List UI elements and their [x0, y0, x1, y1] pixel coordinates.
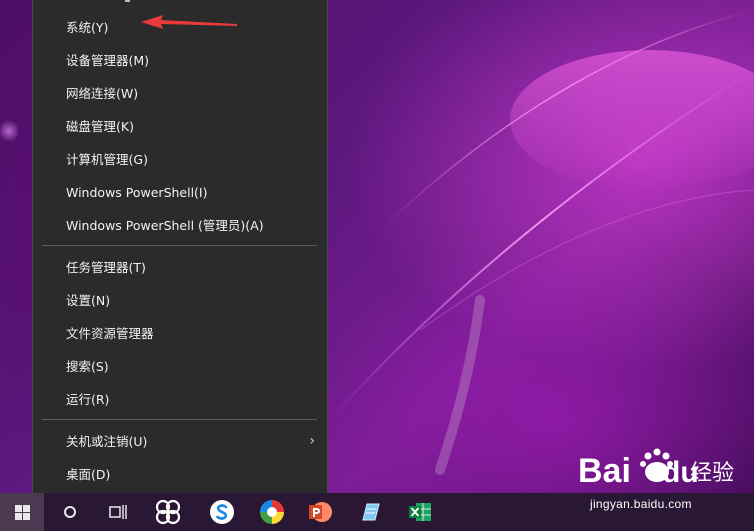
taskbar-app-browser[interactable]	[250, 493, 294, 531]
chevron-right-icon: ›	[309, 433, 315, 449]
menu-item-shutdown-signout[interactable]: 关机或注销(U) ›	[33, 425, 327, 458]
menu-item-disk-management[interactable]: 磁盘管理(K)	[33, 110, 327, 143]
task-view-button[interactable]	[96, 493, 140, 531]
menu-item-settings[interactable]: 设置(N)	[33, 284, 327, 317]
taskbar-app-notepad[interactable]	[348, 493, 392, 531]
baidu-jingyan-watermark: Bai du 经验	[578, 448, 734, 490]
watermark-url: jingyan.baidu.com	[590, 497, 692, 511]
menu-item-powershell[interactable]: Windows PowerShell(I)	[33, 176, 327, 209]
menu-item-desktop[interactable]: 桌面(D)	[33, 458, 327, 491]
menu-item-run[interactable]: 运行(R)	[33, 383, 327, 416]
task-view-icon	[109, 505, 127, 519]
menu-item-task-manager[interactable]: 任务管理器(T)	[33, 251, 327, 284]
notepad-icon	[362, 503, 380, 521]
taskbar-app-powerpoint[interactable]	[298, 493, 342, 531]
taskbar-app-sogou[interactable]	[200, 493, 244, 531]
menu-item-network-connections[interactable]: 网络连接(W)	[33, 77, 327, 110]
wallpaper-glow	[0, 118, 18, 144]
cortana-search-button[interactable]	[48, 493, 92, 531]
app-flower-icon	[155, 499, 181, 525]
watermark-text: 经验	[690, 461, 734, 486]
taskbar-app-flower[interactable]	[146, 493, 190, 531]
sogou-input-icon	[210, 500, 234, 524]
menu-item-device-manager[interactable]: 设备管理器(M)	[33, 44, 327, 77]
watermark-brand: Bai	[578, 452, 631, 490]
browser-ball-icon	[260, 500, 284, 524]
windows-start-icon	[14, 504, 30, 520]
excel-icon	[409, 503, 431, 521]
menu-item-file-explorer[interactable]: 文件资源管理器	[33, 317, 327, 350]
red-arrow-annotation	[141, 15, 237, 29]
menu-item-search[interactable]: 搜索(S)	[33, 350, 327, 383]
menu-separator	[42, 245, 317, 246]
cortana-search-icon	[64, 506, 76, 518]
menu-scroll-hint	[125, 0, 130, 2]
menu-item-label: 关机或注销(U)	[66, 434, 148, 449]
powerpoint-icon	[309, 502, 332, 522]
start-button[interactable]	[0, 493, 44, 531]
taskbar-app-excel[interactable]	[398, 493, 442, 531]
menu-item-powershell-admin[interactable]: Windows PowerShell (管理员)(A)	[33, 209, 327, 242]
menu-separator	[42, 419, 317, 420]
winx-context-menu: 系统(Y) 设备管理器(M) 网络连接(W) 磁盘管理(K) 计算机管理(G) …	[32, 0, 328, 497]
menu-item-computer-management[interactable]: 计算机管理(G)	[33, 143, 327, 176]
